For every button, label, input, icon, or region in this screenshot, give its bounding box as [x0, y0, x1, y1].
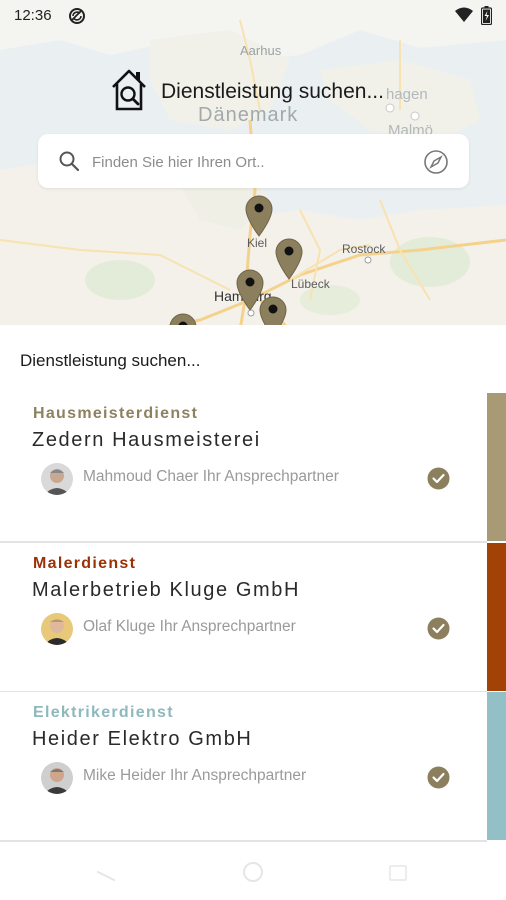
map-label-copenhagen: hagen — [386, 86, 428, 103]
status-time: 12:36 — [14, 7, 52, 24]
avatar — [41, 762, 73, 794]
avatar — [41, 463, 73, 495]
avatar — [41, 613, 73, 645]
sync-icon — [68, 7, 86, 30]
check-circle-icon — [427, 766, 450, 794]
service-card[interactable]: Hausmeisterdienst Zedern Hausmeisterei M… — [0, 393, 506, 543]
category-color-stripe — [487, 543, 506, 691]
service-category: Elektrikerdienst — [33, 704, 174, 721]
home-icon[interactable] — [242, 861, 264, 888]
recents-icon[interactable] — [389, 865, 407, 886]
contact-person: Mike Heider Ihr Ansprechpartner — [83, 767, 307, 784]
check-circle-icon — [427, 617, 450, 645]
location-search-bar[interactable] — [38, 134, 469, 188]
back-icon[interactable] — [96, 869, 116, 887]
system-navigation-bar — [0, 845, 506, 900]
category-color-stripe — [487, 692, 506, 840]
status-bar: 12:36 — [0, 0, 506, 32]
map-label-denmark: Dänemark — [198, 104, 299, 126]
service-card[interactable]: Elektrikerdienst Heider Elektro GmbH Mik… — [0, 692, 506, 842]
service-category: Malerdienst — [33, 555, 137, 572]
company-name: Zedern Hausmeisterei — [32, 429, 261, 451]
wifi-icon — [455, 7, 473, 28]
map-label-aarhus: Aarhus — [240, 43, 282, 58]
contact-person: Olaf Kluge Ihr Ansprechpartner — [83, 618, 296, 635]
company-name: Heider Elektro GmbH — [32, 728, 253, 750]
map-label-kiel: Kiel — [247, 236, 268, 250]
battery-icon — [480, 6, 493, 30]
contact-person: Mahmoud Chaer Ihr Ansprechpartner — [83, 468, 339, 485]
company-name: Malerbetrieb Kluge GmbH — [32, 579, 301, 601]
service-category: Hausmeisterdienst — [33, 405, 199, 422]
card-divider — [0, 840, 487, 842]
map-view[interactable]: Aarhus Dänemark hagen Malmö Kiel Rostock… — [0, 0, 506, 330]
sheet-title: Dienstleistung suchen... — [20, 351, 201, 370]
service-card[interactable]: Malerdienst Malerbetrieb Kluge GmbH Olaf… — [0, 543, 506, 693]
location-search-input[interactable] — [90, 148, 414, 176]
map-label-rostock: Rostock — [342, 242, 386, 256]
map-header-title: Dienstleistung suchen... — [161, 80, 384, 103]
service-list-sheet: Dienstleistung suchen... Hausmeisterdien… — [0, 325, 506, 845]
check-circle-icon — [427, 467, 450, 495]
category-color-stripe — [487, 393, 506, 541]
